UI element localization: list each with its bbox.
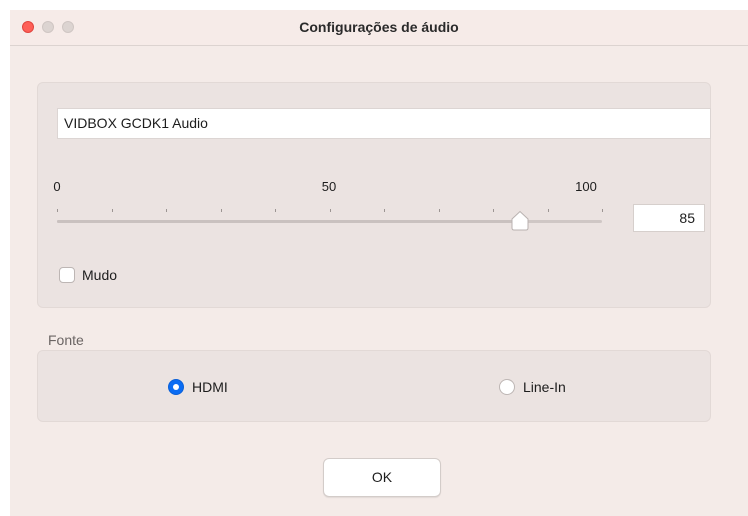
- volume-value-field[interactable]: 85: [633, 204, 705, 232]
- volume-slider-thumb[interactable]: [509, 210, 531, 232]
- volume-tick: [602, 209, 603, 212]
- device-name-field[interactable]: VIDBOX GCDK1 Audio: [57, 108, 711, 139]
- volume-tick: [547, 209, 549, 212]
- line-in-radio-label[interactable]: Line-In: [523, 379, 566, 395]
- ok-button[interactable]: OK: [323, 458, 441, 497]
- volume-tick: [166, 209, 167, 212]
- volume-tick: [438, 209, 440, 212]
- mute-checkbox[interactable]: [59, 267, 75, 283]
- volume-slider-fill: [57, 220, 521, 223]
- volume-tick: [329, 209, 331, 212]
- volume-tick: [384, 209, 385, 212]
- volume-tick: [220, 209, 222, 212]
- volume-tick: [111, 209, 113, 212]
- title-bar: Configurações de áudio: [10, 10, 748, 46]
- line-in-radio[interactable]: [499, 379, 515, 395]
- hdmi-radio-label[interactable]: HDMI: [192, 379, 228, 395]
- scale-label-max: 100: [575, 179, 597, 194]
- slider-thumb-icon: [511, 210, 529, 231]
- device-volume-panel: VIDBOX GCDK1 Audio 0 50 100 85 Mudo: [37, 82, 711, 308]
- source-group-label: Fonte: [48, 332, 84, 348]
- volume-tick: [275, 209, 276, 212]
- audio-settings-window: Configurações de áudio VIDBOX GCDK1 Audi…: [10, 10, 748, 516]
- volume-tick: [57, 209, 58, 212]
- scale-label-mid: 50: [321, 179, 337, 194]
- volume-tick: [493, 209, 494, 212]
- window-title: Configurações de áudio: [299, 19, 459, 35]
- hdmi-radio[interactable]: [168, 379, 184, 395]
- mute-label[interactable]: Mudo: [82, 267, 117, 283]
- scale-label-min: 0: [53, 179, 61, 194]
- source-panel: HDMI Line-In: [37, 350, 711, 422]
